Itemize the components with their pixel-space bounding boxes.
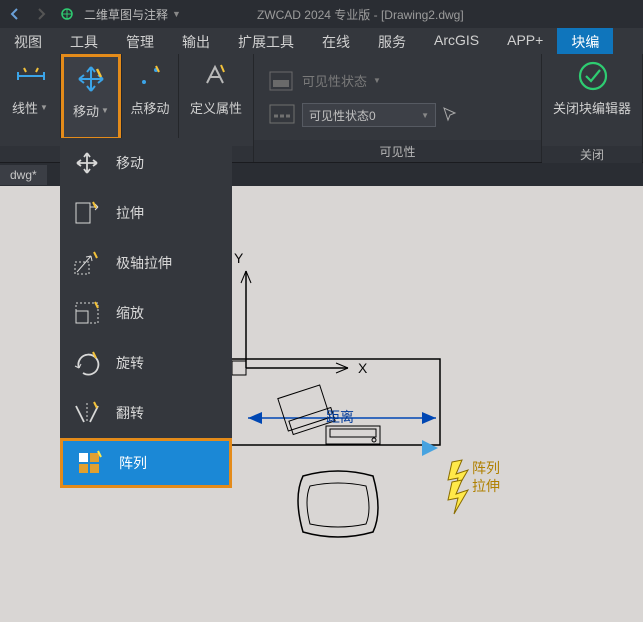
chevron-down-icon: ▼ xyxy=(101,106,109,115)
menu-service[interactable]: 服务 xyxy=(364,28,420,54)
menu-output[interactable]: 输出 xyxy=(168,28,224,54)
menu-appplus[interactable]: APP+ xyxy=(493,28,557,54)
title-bar: 二维草图与注释 ▼ ZWCAD 2024 专业版 - [Drawing2.dwg] xyxy=(0,0,643,28)
array-icon xyxy=(75,448,105,478)
move-icon xyxy=(72,148,102,178)
dropdown-rotate-label: 旋转 xyxy=(116,353,144,373)
defattr-label: 定义属性 xyxy=(190,98,242,117)
dropdown-move-label: 移动 xyxy=(116,153,144,173)
close-editor-button[interactable]: 关闭块编辑器 xyxy=(542,54,642,146)
linear-label: 线性 xyxy=(12,98,38,117)
axis-x-label: X xyxy=(358,360,367,376)
linear-button[interactable]: 线性▼ xyxy=(0,54,60,146)
close-panel-label: 关闭 xyxy=(542,146,642,163)
dropdown-scale-label: 缩放 xyxy=(116,303,144,323)
rotate-icon xyxy=(72,348,102,378)
dropdown-move[interactable]: 移动 xyxy=(60,138,232,188)
dropdown-rotate[interactable]: 旋转 xyxy=(60,338,232,388)
move-dropdown-menu: 移动 拉伸 极轴拉伸 缩放 旋转 翻转 阵列 xyxy=(60,138,232,488)
document-tab[interactable]: dwg* xyxy=(0,165,47,185)
move-icon xyxy=(75,63,107,95)
flip-icon xyxy=(72,398,102,428)
app-title: ZWCAD 2024 专业版 - [Drawing2.dwg] xyxy=(257,6,464,23)
visibility-panel-label: 可见性 xyxy=(254,140,541,162)
visibility-combo[interactable]: 可见性状态0 ▼ xyxy=(302,103,436,127)
dropdown-flip-label: 翻转 xyxy=(116,403,144,423)
defattr-button[interactable]: 定义属性 xyxy=(179,54,253,146)
chevron-down-icon: ▼ xyxy=(40,103,48,112)
defattr-icon xyxy=(200,60,232,92)
vis-icon2 xyxy=(268,103,296,128)
polar-stretch-icon xyxy=(72,248,102,278)
dropdown-flip[interactable]: 翻转 xyxy=(60,388,232,438)
move-label: 移动 xyxy=(73,101,99,120)
chevron-down-icon: ▼ xyxy=(421,111,429,120)
dropdown-array-label: 阵列 xyxy=(119,453,147,473)
workspace-name: 二维草图与注释 xyxy=(84,6,168,23)
chevron-down-icon: ▼ xyxy=(373,76,381,85)
document-tab-label: dwg* xyxy=(10,168,37,182)
stretch-icon xyxy=(72,198,102,228)
dropdown-scale[interactable]: 缩放 xyxy=(60,288,232,338)
stretch-canvas-label: 拉伸 xyxy=(472,476,500,496)
pointmove-icon xyxy=(134,60,166,92)
menu-manage[interactable]: 管理 xyxy=(112,28,168,54)
scale-icon xyxy=(72,298,102,328)
dropdown-polar-stretch-label: 极轴拉伸 xyxy=(116,253,172,273)
close-editor-label: 关闭块编辑器 xyxy=(553,98,631,117)
history-fwd-icon[interactable] xyxy=(32,5,50,23)
menu-blockedit[interactable]: 块编 xyxy=(557,28,613,54)
panel-label-empty xyxy=(0,146,60,162)
move-button[interactable]: 移动▼ xyxy=(61,54,121,140)
menu-bar: 视图 工具 管理 输出 扩展工具 在线 服务 ArcGIS APP+ 块编 xyxy=(0,28,643,54)
distance-label: 距离 xyxy=(326,407,354,427)
menu-extensions[interactable]: 扩展工具 xyxy=(224,28,308,54)
menu-online[interactable]: 在线 xyxy=(308,28,364,54)
visibility-value: 可见性状态0 xyxy=(309,107,376,124)
pointmove-button[interactable]: 点移动 xyxy=(122,54,178,146)
dropdown-stretch-label: 拉伸 xyxy=(116,203,144,223)
dropdown-array[interactable]: 阵列 xyxy=(60,438,232,488)
array-canvas-label: 阵列 xyxy=(472,458,500,478)
menu-view[interactable]: 视图 xyxy=(0,28,56,54)
menu-arcgis[interactable]: ArcGIS xyxy=(420,28,493,54)
visstate-button[interactable]: 可见性状态 ▼ xyxy=(262,65,470,97)
pointmove-label: 点移动 xyxy=(130,98,169,117)
visstate-icon xyxy=(266,67,296,95)
linear-icon xyxy=(14,60,46,92)
cursor-icon[interactable] xyxy=(442,106,464,125)
history-back-icon[interactable] xyxy=(6,5,24,23)
axis-y-label: Y xyxy=(234,250,243,266)
dropdown-polar-stretch[interactable]: 极轴拉伸 xyxy=(60,238,232,288)
visstate-label: 可见性状态 xyxy=(302,71,367,90)
menu-tools[interactable]: 工具 xyxy=(56,28,112,54)
check-circle-icon xyxy=(576,60,608,92)
dropdown-stretch[interactable]: 拉伸 xyxy=(60,188,232,238)
chevron-down-icon: ▼ xyxy=(172,9,181,19)
workspace-dropdown[interactable]: 二维草图与注释 ▼ xyxy=(84,6,181,23)
workspace-icon[interactable] xyxy=(58,5,76,23)
